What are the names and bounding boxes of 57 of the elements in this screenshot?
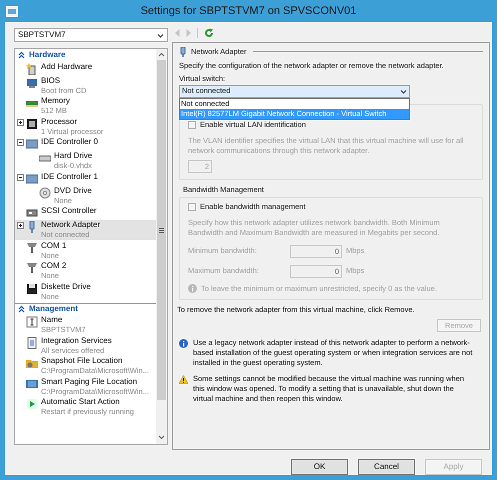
- section-header[interactable]: Hardware: [15, 49, 156, 61]
- tree-item[interactable]: IDE Controller 1: [15, 171, 156, 185]
- scroll-up-icon[interactable]: [158, 52, 165, 57]
- item-label: IDE Controller 0: [41, 137, 98, 147]
- item-label: Diskette Drive: [41, 282, 91, 292]
- item-label: Processor: [41, 116, 78, 126]
- scroll-thumb[interactable]: [157, 60, 166, 400]
- info-icon: [179, 338, 188, 348]
- window-title: Settings for SBPTSTVM7 on SPVSCONV01: [140, 4, 358, 19]
- item-label: Integration Services: [41, 336, 112, 346]
- scrollbar[interactable]: [156, 49, 167, 444]
- scsi-icon: [26, 207, 38, 219]
- item-label: COM 1: [41, 240, 66, 250]
- tree-item[interactable]: IDE Controller 0: [15, 136, 156, 150]
- add-hardware-icon: [26, 62, 38, 74]
- window-icon: [6, 6, 18, 16]
- item-label: Name: [41, 315, 64, 325]
- chip-icon: [26, 76, 38, 88]
- item-label: Automatic Start Action: [41, 397, 121, 407]
- controller-icon: [26, 138, 38, 150]
- item-label: Memory: [41, 96, 70, 106]
- grip-icon: [159, 228, 164, 232]
- folder-camera-icon: [26, 357, 38, 369]
- tree-item[interactable]: Add Hardware: [15, 61, 156, 75]
- port-icon: [26, 242, 38, 254]
- item-label: SCSI Controller: [41, 206, 97, 216]
- disc-icon: [39, 186, 51, 198]
- port-icon: [26, 262, 38, 274]
- item-label: IDE Controller 1: [41, 172, 98, 182]
- refresh-icon[interactable]: [204, 28, 214, 38]
- dialog-button[interactable]: OK: [291, 459, 348, 475]
- processor-icon: [26, 118, 38, 130]
- item-label: Smart Paging File Location: [41, 376, 138, 386]
- collapse-icon[interactable]: [17, 174, 24, 180]
- network-plug-icon: [179, 46, 187, 57]
- item-label: Network Adapter: [41, 220, 100, 230]
- play-icon: [26, 398, 38, 410]
- paging-icon: [26, 378, 38, 390]
- expand-icon[interactable]: [17, 118, 24, 126]
- item-label: BIOS: [41, 76, 62, 86]
- item-label: DVD Drive: [54, 186, 92, 196]
- collapse-icon[interactable]: [17, 139, 24, 146]
- text-field-icon: [26, 316, 38, 328]
- section-header[interactable]: Management: [15, 302, 156, 314]
- item-label: Hard Drive: [54, 151, 92, 161]
- item-label: Snapshot File Location: [41, 356, 124, 366]
- controller-icon: [26, 172, 38, 184]
- item-label: COM 2: [41, 261, 66, 271]
- dialog-button[interactable]: Cancel: [358, 459, 415, 475]
- tree-item[interactable]: SCSI Controller: [15, 206, 156, 220]
- warning-icon: [179, 374, 188, 384]
- expand-icon[interactable]: [17, 222, 24, 229]
- item-label: Add Hardware: [41, 62, 92, 72]
- scroll-down-icon[interactable]: [158, 435, 165, 440]
- info-icon: [188, 284, 197, 294]
- vm-dropdown[interactable]: SBPTSTVM7: [14, 28, 168, 42]
- checklist-icon: [26, 336, 38, 348]
